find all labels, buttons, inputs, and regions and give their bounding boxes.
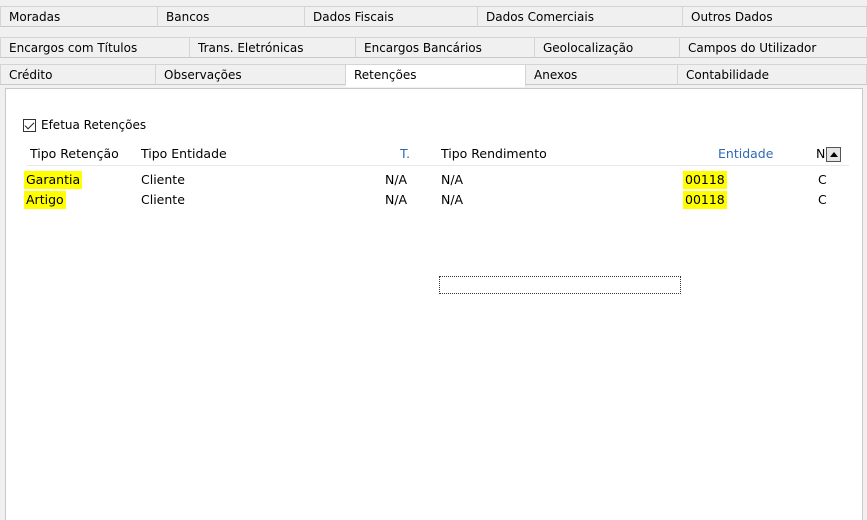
efetua-retencoes-label: Efetua Retenções: [41, 118, 147, 132]
efetua-retencoes-checkbox[interactable]: Efetua Retenções: [23, 118, 146, 132]
tab-dados-comerciais[interactable]: Dados Comerciais: [478, 6, 683, 27]
cell-tipo-rendimento: N/A: [441, 172, 464, 187]
col-header-tipo-retencao[interactable]: Tipo Retenção: [30, 143, 119, 165]
checkbox-checked-icon[interactable]: [23, 118, 36, 132]
cell-tipo-retencao: Garantia: [24, 171, 83, 189]
col-header-entidade[interactable]: Entidade: [718, 143, 773, 165]
col-header-tipo-rendimento[interactable]: Tipo Rendimento: [441, 143, 547, 165]
cell-t: N/A: [385, 192, 408, 207]
focus-rectangle: [439, 276, 681, 294]
cell-tipo-retencao: Artigo: [24, 191, 66, 209]
tab-moradas[interactable]: Moradas: [0, 6, 158, 27]
cell-tipo-rendimento: N/A: [441, 192, 464, 207]
cell-tipo-entidade: Cliente: [141, 192, 185, 207]
tab-observacoes[interactable]: Observações: [156, 64, 346, 85]
tab-geolocalizacao[interactable]: Geolocalização: [535, 37, 680, 58]
tab-row-3: Crédito Observações Retenções Anexos Con…: [0, 64, 867, 87]
tab-credito[interactable]: Crédito: [0, 64, 156, 85]
tab-row-1: Moradas Bancos Dados Fiscais Dados Comer…: [0, 6, 867, 28]
cell-entidade: 00118: [683, 191, 727, 209]
table-row[interactable]: Garantia Cliente N/A N/A 00118 C: [24, 171, 850, 191]
col-header-more[interactable]: N: [816, 143, 825, 165]
tab-campos-utilizador[interactable]: Campos do Utilizador: [680, 37, 867, 58]
tab-encargos-bancarios[interactable]: Encargos Bancários: [356, 37, 535, 58]
retencoes-grid[interactable]: Tipo Retenção Tipo Entidade T. Tipo Rend…: [24, 143, 850, 520]
tab-trans-eletronicas[interactable]: Trans. Eletrónicas: [190, 37, 356, 58]
tab-anexos[interactable]: Anexos: [526, 64, 678, 85]
tab-dados-fiscais[interactable]: Dados Fiscais: [305, 6, 478, 27]
table-row[interactable]: Artigo Cliente N/A N/A 00118 C: [24, 191, 850, 211]
cell-more: C: [818, 192, 827, 207]
tab-bancos[interactable]: Bancos: [158, 6, 305, 27]
scroll-up-arrow-icon[interactable]: [826, 147, 841, 162]
cell-tipo-entidade: Cliente: [141, 172, 185, 187]
tab-encargos-titulos[interactable]: Encargos com Títulos: [0, 37, 190, 58]
cell-more: C: [818, 172, 827, 187]
tab-retencoes[interactable]: Retenções: [346, 64, 526, 87]
grid-header-divider: [27, 165, 849, 166]
tab-contabilidade[interactable]: Contabilidade: [678, 64, 867, 85]
col-header-tipo-entidade[interactable]: Tipo Entidade: [141, 143, 227, 165]
tab-row-2: Encargos com Títulos Trans. Eletrónicas …: [0, 37, 867, 59]
cell-entidade: 00118: [683, 171, 727, 189]
col-header-t[interactable]: T.: [400, 143, 410, 165]
tab-outros-dados[interactable]: Outros Dados: [683, 6, 867, 27]
cell-t: N/A: [385, 172, 408, 187]
